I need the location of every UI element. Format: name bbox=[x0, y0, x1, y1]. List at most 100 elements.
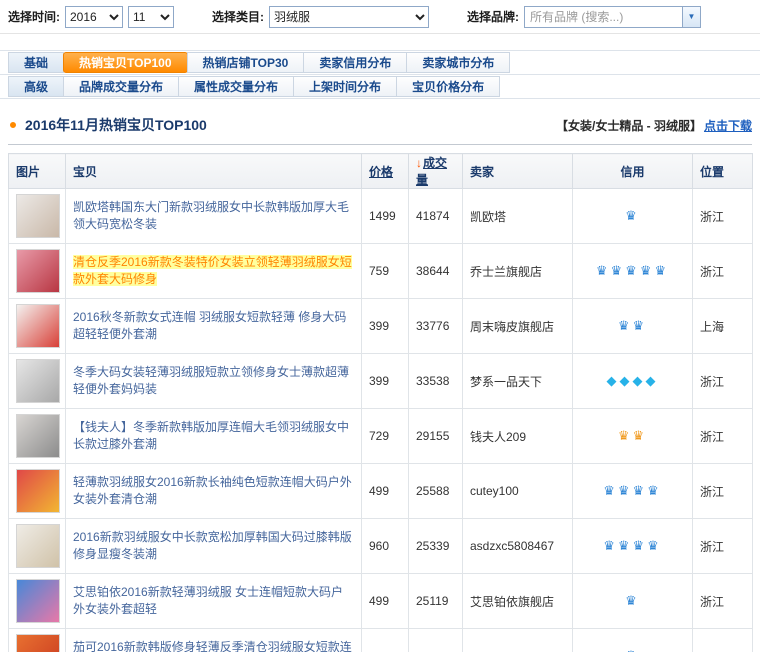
product-thumbnail[interactable] bbox=[16, 414, 60, 458]
price-sort-link[interactable]: 价格 bbox=[369, 165, 393, 179]
price-cell: 399 bbox=[362, 299, 409, 354]
tab-hot-shops-top30[interactable]: 热销店铺TOP30 bbox=[187, 52, 305, 73]
product-thumbnail[interactable] bbox=[16, 634, 60, 652]
volume-cell: 33538 bbox=[409, 354, 463, 409]
volume-cell: 41874 bbox=[409, 189, 463, 244]
table-row: 冬季大码女装轻薄羽绒服短款立领修身女士薄款超薄轻便外套妈妈装 399 33538… bbox=[9, 354, 753, 409]
seller-cell: asdzxc5808467 bbox=[463, 519, 573, 574]
product-thumbnail[interactable] bbox=[16, 524, 60, 568]
tab-seller-credit-distribution[interactable]: 卖家信用分布 bbox=[303, 52, 407, 73]
head-right: 【女装/女士精品 - 羽绒服】点击下载 bbox=[556, 117, 752, 134]
volume-cell: 25588 bbox=[409, 464, 463, 519]
tab-group-advanced: 高级 bbox=[8, 76, 64, 97]
volume-cell: 25119 bbox=[409, 574, 463, 629]
volume-cell bbox=[409, 629, 463, 652]
product-thumbnail[interactable] bbox=[16, 469, 60, 513]
month-select[interactable]: 11 bbox=[128, 6, 174, 28]
product-title-link[interactable]: 2016新款羽绒服女中长款宽松加厚韩国大码过膝韩版修身显瘦冬装潮 bbox=[73, 530, 352, 561]
volume-cell: 33776 bbox=[409, 299, 463, 354]
tabs: 基础 热销宝贝TOP100 热销店铺TOP30 卖家信用分布 卖家城市分布 高级… bbox=[0, 50, 760, 99]
price-cell: 1499 bbox=[362, 189, 409, 244]
table-row: 清仓反季2016新款冬装特价女装立领轻薄羽绒服女短款外套大码修身 759 386… bbox=[9, 244, 753, 299]
category-select[interactable]: 羽绒服 bbox=[269, 6, 429, 28]
product-title-link[interactable]: 清仓反季2016新款冬装特价女装立领轻薄羽绒服女短款外套大码修身 bbox=[73, 255, 352, 286]
download-link[interactable]: 点击下载 bbox=[704, 119, 752, 133]
filter-bar: 选择时间: 2016 11 选择类目: 羽绒服 选择品牌: ▼ bbox=[0, 0, 760, 34]
advanced-tab-row: 高级 品牌成交量分布 属性成交量分布 上架时间分布 宝贝价格分布 bbox=[0, 75, 760, 99]
price-cell: 759 bbox=[362, 244, 409, 299]
col-volume: ↓成交量 bbox=[409, 154, 463, 189]
credit-icons: ♛♛ bbox=[618, 318, 647, 333]
table-row: 2016秋冬新款女式连帽 羽绒服女短款轻薄 修身大码超轻轻便外套潮 399 33… bbox=[9, 299, 753, 354]
table-row: 艾思铂依2016新款轻薄羽绒服 女士连帽短款大码户外女装外套超轻 499 251… bbox=[9, 574, 753, 629]
credit-icons: ♛ bbox=[625, 593, 640, 608]
seller-cell: 梦系一品天下 bbox=[463, 354, 573, 409]
product-title-link[interactable]: 【钱夫人】冬季新款韩版加厚连帽大毛领羽绒服女中长款过膝外套潮 bbox=[73, 420, 349, 451]
product-thumbnail[interactable] bbox=[16, 359, 60, 403]
brand-dropdown-button[interactable]: ▼ bbox=[682, 6, 701, 28]
price-cell: 960 bbox=[362, 519, 409, 574]
location-cell: 浙江 bbox=[693, 409, 753, 464]
sort-desc-icon: ↓ bbox=[416, 156, 422, 170]
location-cell: 浙江 bbox=[693, 244, 753, 299]
col-seller: 卖家 bbox=[463, 154, 573, 189]
col-credit: 信用 bbox=[573, 154, 693, 189]
year-select[interactable]: 2016 bbox=[65, 6, 123, 28]
product-thumbnail[interactable] bbox=[16, 249, 60, 293]
tab-attribute-volume-distribution[interactable]: 属性成交量分布 bbox=[178, 76, 294, 97]
tab-item-price-distribution[interactable]: 宝贝价格分布 bbox=[396, 76, 500, 97]
seller-cell: 周末嗨皮旗舰店 bbox=[463, 299, 573, 354]
location-cell: 浙江 bbox=[693, 464, 753, 519]
tab-listing-time-distribution[interactable]: 上架时间分布 bbox=[293, 76, 397, 97]
table-row: 凯欧塔韩国东大门新款羽绒服女中长款韩版加厚大毛领大码宽松冬装 1499 4187… bbox=[9, 189, 753, 244]
product-title-link[interactable]: 凯欧塔韩国东大门新款羽绒服女中长款韩版加厚大毛领大码宽松冬装 bbox=[73, 200, 349, 231]
page-title: 2016年11月热销宝贝TOP100 bbox=[25, 115, 207, 135]
table-row: 【钱夫人】冬季新款韩版加厚连帽大毛领羽绒服女中长款过膝外套潮 729 29155… bbox=[9, 409, 753, 464]
seller-cell: 乔士兰旗舰店 bbox=[463, 244, 573, 299]
credit-icons: ♛ bbox=[625, 208, 640, 223]
seller-cell: 艾思铂依旗舰店 bbox=[463, 574, 573, 629]
tab-seller-city-distribution[interactable]: 卖家城市分布 bbox=[406, 52, 510, 73]
location-cell: 上海 bbox=[693, 299, 753, 354]
product-thumbnail[interactable] bbox=[16, 194, 60, 238]
credit-icons: ♛♛♛♛ bbox=[603, 483, 662, 498]
col-item: 宝贝 bbox=[66, 154, 362, 189]
product-thumbnail[interactable] bbox=[16, 304, 60, 348]
seller-cell: 钱夫人209 bbox=[463, 409, 573, 464]
location-cell: 浙江 bbox=[693, 354, 753, 409]
category-path: 【女装/女士精品 - 羽绒服】 bbox=[556, 119, 702, 133]
location-cell: 浙江 bbox=[693, 519, 753, 574]
table-header-row: 图片 宝贝 价格 ↓成交量 卖家 信用 位置 bbox=[9, 154, 753, 189]
tab-group-basic: 基础 bbox=[8, 52, 64, 73]
product-thumbnail[interactable] bbox=[16, 579, 60, 623]
credit-icons: ♛♛ bbox=[618, 428, 647, 443]
col-image: 图片 bbox=[9, 154, 66, 189]
price-cell: 729 bbox=[362, 409, 409, 464]
category-filter-label: 选择类目: bbox=[212, 8, 264, 25]
volume-cell: 38644 bbox=[409, 244, 463, 299]
table-row: 轻薄款羽绒服女2016新款长袖纯色短款连帽大码户外女装外套清仓潮 499 255… bbox=[9, 464, 753, 519]
basic-tab-row: 基础 热销宝贝TOP100 热销店铺TOP30 卖家信用分布 卖家城市分布 bbox=[0, 51, 760, 75]
product-title-link[interactable]: 2016秋冬新款女式连帽 羽绒服女短款轻薄 修身大码超轻轻便外套潮 bbox=[73, 310, 346, 341]
seller-cell bbox=[463, 629, 573, 652]
table-row: 2016新款羽绒服女中长款宽松加厚韩国大码过膝韩版修身显瘦冬装潮 960 253… bbox=[9, 519, 753, 574]
product-title-link[interactable]: 冬季大码女装轻薄羽绒服短款立领修身女士薄款超薄轻便外套妈妈装 bbox=[73, 365, 349, 396]
table-row: 茄可2016新款韩版修身轻薄反季清仓羽绒服女短款连帽外套潮 ♛ bbox=[9, 629, 753, 652]
section-head: 2016年11月热销宝贝TOP100 【女装/女士精品 - 羽绒服】点击下载 bbox=[8, 115, 752, 145]
seller-cell: cutey100 bbox=[463, 464, 573, 519]
brand-search-input[interactable] bbox=[524, 6, 682, 28]
tab-brand-volume-distribution[interactable]: 品牌成交量分布 bbox=[63, 76, 179, 97]
location-cell: 浙江 bbox=[693, 189, 753, 244]
credit-icons: ♛♛♛♛♛ bbox=[596, 263, 669, 278]
product-title-link[interactable]: 艾思铂依2016新款轻薄羽绒服 女士连帽短款大码户外女装外套超轻 bbox=[73, 585, 343, 616]
time-filter-label: 选择时间: bbox=[8, 8, 60, 25]
tab-hot-items-top100[interactable]: 热销宝贝TOP100 bbox=[63, 52, 187, 73]
brand-combo: ▼ bbox=[524, 6, 701, 28]
product-title-link[interactable]: 轻薄款羽绒服女2016新款长袖纯色短款连帽大码户外女装外套清仓潮 bbox=[73, 475, 352, 506]
credit-icons: ♛ bbox=[625, 648, 640, 652]
chevron-down-icon: ▼ bbox=[688, 13, 696, 21]
brand-filter-label: 选择品牌: bbox=[467, 8, 519, 25]
credit-icons: ◆◆◆◆ bbox=[607, 373, 659, 388]
product-title-link[interactable]: 茄可2016新款韩版修身轻薄反季清仓羽绒服女短款连帽外套潮 bbox=[73, 640, 352, 652]
price-cell: 399 bbox=[362, 354, 409, 409]
